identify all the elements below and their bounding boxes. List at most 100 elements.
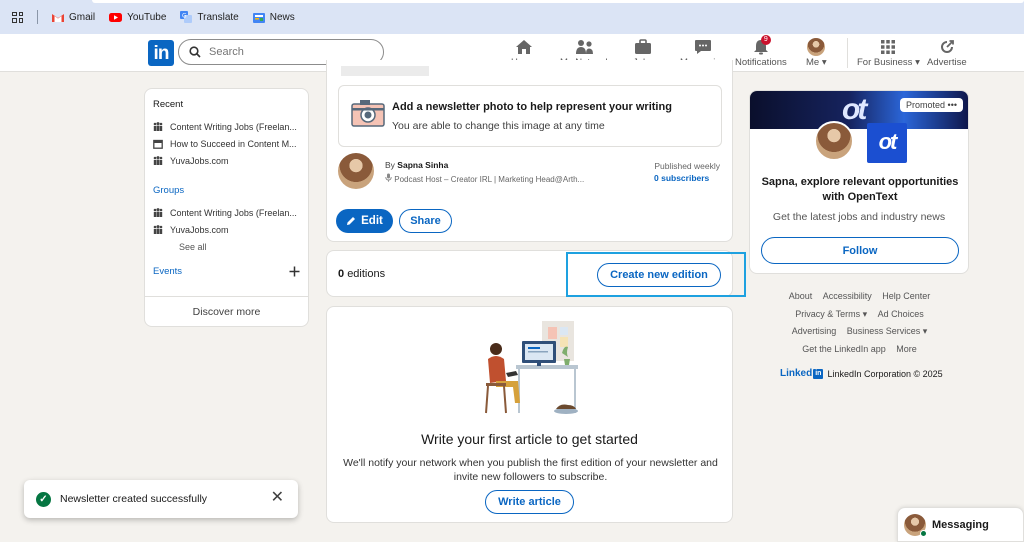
highlight-box bbox=[566, 252, 746, 297]
success-toast: ✓ Newsletter created successfully ✕ bbox=[24, 480, 298, 518]
people-icon bbox=[576, 40, 594, 54]
bookmark-label: News bbox=[269, 11, 295, 23]
recent-item-label: YuvaJobs.com bbox=[170, 155, 229, 166]
write-article-button[interactable]: Write article bbox=[485, 490, 574, 514]
nav-divider bbox=[847, 38, 848, 68]
group-icon bbox=[153, 122, 163, 131]
svg-text:G: G bbox=[182, 13, 187, 20]
newsletter-card: Add a newsletter photo to help represent… bbox=[326, 60, 733, 242]
online-status-dot bbox=[920, 530, 927, 537]
nav-advertise-label: Advertise bbox=[927, 57, 967, 68]
nav-me-label: Me ▾ bbox=[806, 57, 827, 68]
search-input[interactable] bbox=[209, 46, 369, 58]
edit-button[interactable]: Edit bbox=[336, 209, 393, 233]
nav-for-business[interactable]: For Business ▾ bbox=[857, 37, 920, 71]
bookmarks-bar: Gmail YouTube G Translate News bbox=[0, 0, 1024, 34]
close-icon[interactable]: ✕ bbox=[271, 489, 284, 507]
linkedin-logo[interactable]: in bbox=[148, 40, 174, 66]
toast-message: Newsletter created successfully bbox=[60, 493, 208, 505]
publish-frequency: Published weekly bbox=[654, 161, 720, 171]
follow-button[interactable]: Follow bbox=[761, 237, 959, 264]
nav-for-business-label: For Business ▾ bbox=[857, 57, 920, 68]
linkedin-wordmark: Linked in bbox=[780, 368, 824, 379]
recent-item-label: Content Writing Jobs (Freelan... bbox=[170, 121, 297, 132]
newsletter-photo-prompt[interactable]: Add a newsletter photo to help represent… bbox=[338, 85, 722, 147]
footer-link[interactable]: Get the LinkedIn app bbox=[802, 344, 886, 354]
article-prompt-description: We'll notify your network when you publi… bbox=[343, 457, 718, 483]
messaging-dock[interactable]: Messaging bbox=[897, 507, 1024, 542]
recent-title: Recent bbox=[153, 99, 184, 110]
bookmark-label: Gmail bbox=[69, 11, 96, 23]
copyright: LinkedIn Corporation © 2025 bbox=[827, 368, 943, 379]
group-icon bbox=[153, 225, 163, 234]
photo-prompt-subtitle: You are able to change this image at any… bbox=[392, 120, 605, 132]
footer-link[interactable]: Advertising bbox=[792, 326, 837, 336]
check-circle-icon: ✓ bbox=[36, 491, 51, 507]
translate-icon: G bbox=[180, 11, 193, 23]
recent-item[interactable]: YuvaJobs.com bbox=[153, 152, 300, 169]
footer-link[interactable]: Help Center bbox=[882, 291, 930, 301]
plus-icon[interactable] bbox=[289, 266, 300, 277]
group-item[interactable]: Content Writing Jobs (Freelan... bbox=[153, 204, 300, 221]
bookmark-news[interactable]: News bbox=[252, 11, 295, 23]
bookmark-gmail[interactable]: Gmail bbox=[52, 12, 95, 23]
bookmark-label: Translate bbox=[197, 11, 239, 23]
briefcase-icon bbox=[635, 39, 652, 54]
editions-count: 0 editions bbox=[338, 268, 386, 280]
promoted-ad-card: ot Promoted ••• ot Sapna, explore releva… bbox=[749, 90, 969, 274]
person-at-desk-illustration bbox=[485, 321, 578, 414]
apps-grid-icon[interactable] bbox=[12, 11, 23, 23]
grid-apps-icon bbox=[881, 40, 896, 54]
footer-link[interactable]: Ad Choices bbox=[878, 309, 924, 319]
group-icon bbox=[153, 208, 163, 217]
user-avatar bbox=[814, 121, 854, 161]
group-icon bbox=[153, 156, 163, 165]
recent-item[interactable]: How to Succeed in Content M... bbox=[153, 135, 300, 152]
author-byline: By Sapna Sinha bbox=[385, 160, 449, 170]
see-all-link[interactable]: See all bbox=[153, 238, 300, 256]
footer-link[interactable]: Business Services ▾ bbox=[847, 326, 928, 336]
messaging-icon bbox=[694, 40, 711, 54]
news-icon bbox=[252, 12, 265, 23]
footer-link[interactable]: Privacy & Terms ▾ bbox=[795, 309, 867, 319]
discover-more-button[interactable]: Discover more bbox=[145, 296, 308, 326]
events-row: Events bbox=[153, 266, 300, 277]
recent-item[interactable]: Content Writing Jobs (Freelan... bbox=[153, 118, 300, 135]
bookmarks-separator bbox=[37, 10, 38, 24]
nav-advertise[interactable]: Advertise bbox=[927, 37, 967, 71]
share-button[interactable]: Share bbox=[399, 209, 452, 233]
microphone-icon bbox=[385, 173, 392, 182]
group-item[interactable]: YuvaJobs.com bbox=[153, 221, 300, 238]
youtube-icon bbox=[109, 12, 123, 22]
groups-title[interactable]: Groups bbox=[153, 185, 300, 196]
author-avatar[interactable] bbox=[338, 153, 374, 189]
bookmark-translate[interactable]: G Translate bbox=[180, 11, 239, 23]
nav-notifications[interactable]: 9 Notifications bbox=[735, 35, 787, 71]
opentext-logo[interactable]: ot bbox=[867, 123, 907, 163]
recent-item-label: How to Succeed in Content M... bbox=[170, 138, 297, 149]
footer-brand: Linked in LinkedIn Corporation © 2025 bbox=[780, 368, 943, 379]
author-headline: Podcast Host – Creator IRL | Marketing H… bbox=[385, 173, 584, 184]
subscriber-count[interactable]: 0 subscribers bbox=[654, 173, 709, 183]
group-item-label: Content Writing Jobs (Freelan... bbox=[170, 207, 297, 218]
nav-me[interactable]: Me ▾ bbox=[806, 37, 827, 71]
promoted-label[interactable]: Promoted ••• bbox=[900, 98, 963, 112]
notifications-badge: 9 bbox=[760, 35, 771, 45]
camera-icon bbox=[351, 100, 385, 127]
opentext-banner-logo: ot bbox=[842, 93, 867, 126]
bookmark-youtube[interactable]: YouTube bbox=[109, 12, 166, 23]
ad-subtitle: Get the latest jobs and industry news bbox=[772, 211, 946, 223]
first-article-card: Write your first article to get started … bbox=[326, 306, 733, 523]
calendar-icon bbox=[153, 139, 163, 149]
advertise-icon bbox=[940, 40, 954, 53]
events-title[interactable]: Events bbox=[153, 266, 182, 277]
ad-title: Sapna, explore relevant opportunities wi… bbox=[761, 176, 959, 203]
messaging-dock-label: Messaging bbox=[932, 518, 989, 531]
footer-link[interactable]: Accessibility bbox=[823, 291, 872, 301]
author-name[interactable]: Sapna Sinha bbox=[397, 160, 448, 170]
more-options-icon[interactable]: ••• bbox=[948, 100, 957, 110]
cover-placeholder bbox=[341, 66, 429, 76]
group-item-label: YuvaJobs.com bbox=[170, 224, 229, 235]
footer-link[interactable]: More bbox=[896, 344, 917, 354]
footer-link[interactable]: About bbox=[789, 291, 813, 301]
